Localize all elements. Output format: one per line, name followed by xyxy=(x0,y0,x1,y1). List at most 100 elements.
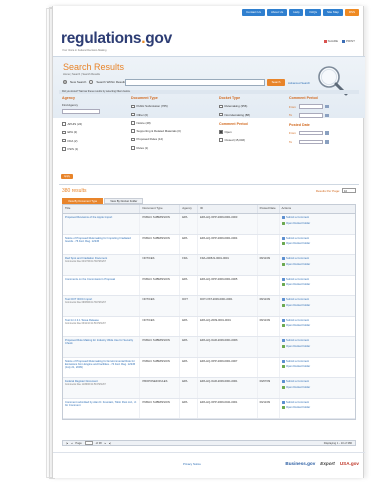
search-input[interactable] xyxy=(125,79,265,86)
document-title-link[interactable]: Red Spot and Irradiation Document xyxy=(65,257,137,260)
checkbox[interactable] xyxy=(131,121,135,125)
document-title-link[interactable]: Proposed Rule Making for Industry Wide U… xyxy=(65,339,137,346)
new-search-radio[interactable] xyxy=(63,80,67,84)
submit-comment-link[interactable]: Submit a Comment xyxy=(281,236,353,240)
document-title-link[interactable]: Proposed Revisions of the Apple Import xyxy=(65,216,137,219)
open-docket-link[interactable]: Open Docket Folder xyxy=(281,283,353,286)
document-title-link[interactable]: Comments on the Commission's Proposal xyxy=(65,278,137,281)
submit-comment-link[interactable]: Submit a Comment xyxy=(281,400,353,404)
posted-from-input[interactable] xyxy=(299,130,323,136)
search-within-radio[interactable] xyxy=(89,80,94,84)
nav-faqs[interactable]: FAQs xyxy=(305,9,321,16)
first-page-button[interactable]: |◂ xyxy=(66,441,68,445)
agency-option[interactable]: EPA (2) xyxy=(62,130,122,134)
checkbox[interactable] xyxy=(219,130,223,134)
checkbox[interactable] xyxy=(62,147,66,151)
submit-comment-link[interactable]: Submit a Comment xyxy=(281,216,353,219)
posted-to-input[interactable] xyxy=(299,139,323,145)
document-title-link[interactable]: Notice of Proposed Rulemaking for Import… xyxy=(65,237,137,244)
export-logo[interactable]: Export xyxy=(320,461,335,466)
checkbox[interactable] xyxy=(219,112,223,117)
privacy-link[interactable]: Privacy Notice xyxy=(183,462,201,466)
checkbox[interactable] xyxy=(62,122,66,126)
doctype-option[interactable]: Rules (1) xyxy=(131,146,209,150)
docket-option[interactable]: Nonrulemaking (88) xyxy=(219,113,279,117)
checkbox[interactable] xyxy=(131,112,135,117)
nav-contact[interactable]: Contact Us xyxy=(242,9,265,16)
col-doctype[interactable]: Document Type xyxy=(140,205,181,213)
open-docket-link[interactable]: Open Docket Folder xyxy=(281,406,353,409)
open-docket-link[interactable]: Open Docket Folder xyxy=(281,344,353,348)
site-logo[interactable]: regulations.gov xyxy=(61,30,172,48)
doctype-option[interactable]: Supporting & Related Materials (0) xyxy=(131,129,209,133)
col-agency[interactable]: Agency xyxy=(180,205,199,213)
submit-comment-link[interactable]: Submit a Comment xyxy=(281,380,353,383)
nav-rss[interactable]: RSS xyxy=(344,9,359,16)
advanced-search-link[interactable]: Advanced Search xyxy=(288,81,310,85)
page-number-input[interactable] xyxy=(84,441,93,445)
document-title-link[interactable]: Test for 2.3.1 Tessa Release xyxy=(65,319,137,322)
nav-help[interactable]: Help xyxy=(289,9,304,16)
comment-from-input[interactable] xyxy=(299,104,323,109)
open-docket-link[interactable]: Open Docket Folder xyxy=(281,324,353,327)
agency-option[interactable]: FDA (2) xyxy=(62,139,122,143)
comment-to-input[interactable] xyxy=(299,113,323,118)
breadcrumb[interactable]: Home | Search | Search Results xyxy=(63,73,100,76)
doctype-option[interactable]: Public Submission (765) xyxy=(131,104,209,108)
agency-option[interactable]: FSIS (1) xyxy=(62,147,122,151)
find-agency-input[interactable] xyxy=(62,109,100,114)
apply-filters-button[interactable]: Apply xyxy=(61,174,73,179)
open-docket-link[interactable]: Open Docket Folder xyxy=(281,303,353,307)
open-docket-link[interactable]: Open Docket Folder xyxy=(281,221,353,225)
doctype-option[interactable]: Notice (28) xyxy=(131,121,209,125)
last-page-button[interactable]: ▸| xyxy=(109,441,111,445)
nav-about[interactable]: About Us xyxy=(266,9,288,16)
next-page-button[interactable]: ▸ xyxy=(105,441,106,445)
calendar-icon[interactable] xyxy=(325,113,329,118)
document-title-link[interactable]: Comment submitted by Alan D. Fountain, T… xyxy=(65,401,137,408)
document-title-link[interactable]: Notice of Proposed Rulemaking for Enviro… xyxy=(65,360,137,370)
checkbox[interactable] xyxy=(131,146,135,150)
comment-option[interactable]: Open xyxy=(219,130,279,134)
print-button[interactable]: PRINT xyxy=(342,39,355,43)
per-page-select[interactable]: 10 xyxy=(342,188,356,193)
submit-comment-link[interactable]: Submit a Comment xyxy=(281,298,353,301)
share-button[interactable]: SHARE xyxy=(323,39,338,43)
col-posted[interactable]: Posted Date xyxy=(258,205,280,213)
checkbox[interactable] xyxy=(219,138,223,142)
checkbox[interactable] xyxy=(131,104,135,109)
calendar-icon[interactable] xyxy=(325,140,329,144)
document-title-link[interactable]: Federal Register Document xyxy=(65,380,137,383)
col-title[interactable]: Title xyxy=(63,205,141,213)
checkbox[interactable] xyxy=(219,104,223,109)
document-title-link[interactable]: Test DOT IDOC Import xyxy=(65,298,137,301)
checkbox[interactable] xyxy=(62,138,66,143)
usa-gov-logo[interactable]: USA.gov xyxy=(340,461,359,466)
doctype-option[interactable]: Proposed Rules (12) xyxy=(131,137,209,141)
open-docket-link[interactable]: Open Docket Folder xyxy=(281,365,353,368)
checkbox[interactable] xyxy=(131,137,135,142)
agency-option[interactable]: APHIS (24) xyxy=(62,122,122,126)
calendar-icon[interactable] xyxy=(325,104,329,109)
submit-comment-link[interactable]: Submit a Comment xyxy=(281,359,353,363)
open-docket-link[interactable]: Open Docket Folder xyxy=(281,242,353,245)
checkbox[interactable] xyxy=(131,129,135,133)
calendar-icon[interactable] xyxy=(325,131,329,135)
open-docket-link[interactable]: Open Docket Folder xyxy=(281,262,353,266)
submit-comment-link[interactable]: Submit a Comment xyxy=(281,257,353,260)
checkbox[interactable] xyxy=(62,130,66,135)
results-per-page: Results Per Page: 10 xyxy=(316,188,356,193)
submit-comment-link[interactable]: Submit a Comment xyxy=(281,339,353,342)
col-id[interactable]: ID xyxy=(198,205,258,213)
submit-comment-link[interactable]: Submit a Comment xyxy=(281,318,353,322)
search-button[interactable]: Search xyxy=(267,79,285,86)
cell-id: EPA-HQ-OPP-2009-0001-0007 xyxy=(198,357,258,377)
business-gov-logo[interactable]: Business.gov xyxy=(285,461,315,466)
nav-sitemap[interactable]: Site Map xyxy=(322,9,343,16)
doctype-option[interactable]: Other (0) xyxy=(131,113,209,117)
open-docket-link[interactable]: Open Docket Folder xyxy=(281,385,353,389)
comment-option[interactable]: Closed (15,046) xyxy=(219,138,279,142)
docket-option[interactable]: Rulemaking (356) xyxy=(219,104,279,108)
submit-comment-link[interactable]: Submit a Comment xyxy=(281,277,353,281)
prev-page-button[interactable]: ◂ xyxy=(71,441,72,445)
